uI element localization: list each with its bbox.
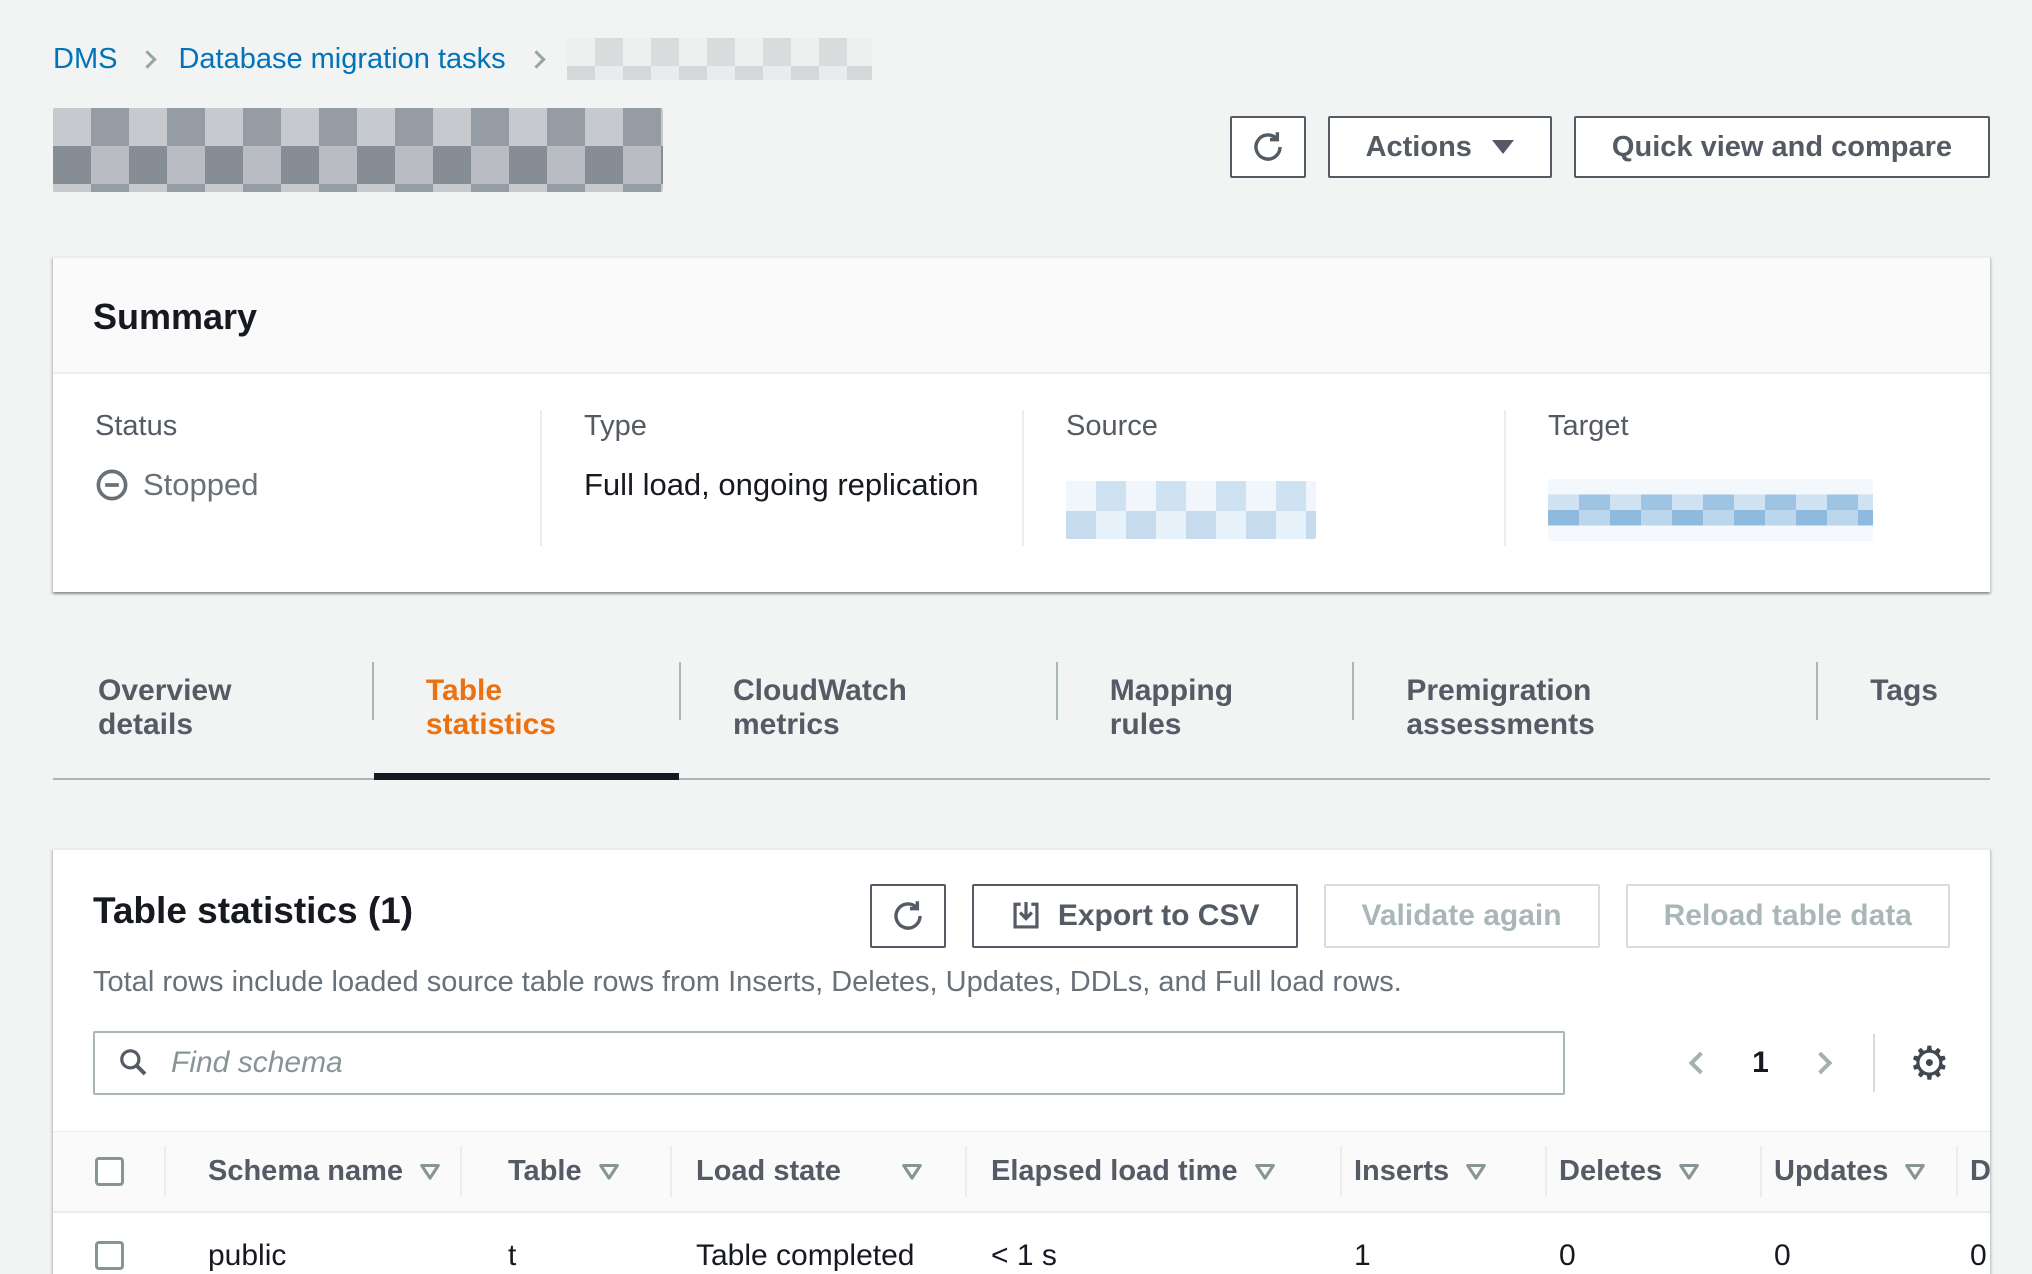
summary-field-type: Type Full load, ongoing replication	[540, 410, 1022, 546]
sort-icon	[419, 1163, 441, 1181]
export-to-csv-button[interactable]: Export to CSV	[972, 884, 1298, 948]
next-page-icon[interactable]	[1809, 1052, 1832, 1075]
row-cell-updates: 0	[1760, 1213, 1956, 1274]
column-header-elapsed-load-time[interactable]: Elapsed load time	[965, 1132, 1340, 1211]
page-header: Actions Quick view and compare	[53, 102, 1990, 192]
target-label: Target	[1548, 410, 1986, 443]
row-cell-deletes: 0	[1545, 1213, 1760, 1274]
page-number[interactable]: 1	[1752, 1046, 1769, 1080]
column-label: Inserts	[1354, 1155, 1449, 1188]
reload-table-data-label: Reload table data	[1664, 899, 1912, 933]
table-refresh-button[interactable]	[870, 884, 946, 948]
row-cell-table: t	[460, 1213, 670, 1274]
quick-view-compare-button[interactable]: Quick view and compare	[1574, 116, 1990, 178]
sort-icon	[1465, 1163, 1487, 1181]
sort-icon	[901, 1163, 923, 1181]
column-label: D	[1970, 1155, 1990, 1188]
row-checkbox[interactable]	[95, 1241, 124, 1270]
summary-card-header: Summary	[53, 258, 1990, 374]
validate-again-label: Validate again	[1362, 899, 1562, 933]
settings-gear-icon[interactable]: ⚙	[1909, 1040, 1950, 1086]
column-header-load-state[interactable]: Load state	[670, 1132, 965, 1211]
tab-overview-details[interactable]: Overview details	[53, 662, 372, 778]
breadcrumb: DMS Database migration tasks	[53, 0, 1990, 80]
sort-icon	[598, 1163, 620, 1181]
actions-button-label: Actions	[1366, 131, 1472, 164]
row-cell-checkbox	[53, 1213, 164, 1274]
summary-field-target: Target	[1504, 410, 1986, 546]
breadcrumb-link-migration-tasks[interactable]: Database migration tasks	[178, 43, 505, 76]
summary-field-status: Status Stopped	[53, 410, 540, 546]
status-value: Stopped	[95, 467, 540, 503]
column-label: Elapsed load time	[991, 1155, 1238, 1188]
source-label: Source	[1066, 410, 1504, 443]
table-statistics-table: Schema name Table Load state Elapsed loa…	[53, 1131, 1990, 1274]
divider	[1873, 1034, 1875, 1092]
table-row: public t Table completed < 1 s 1 0 0 0	[53, 1213, 1990, 1274]
row-cell-inserts: 1	[1340, 1213, 1545, 1274]
sort-icon	[1904, 1163, 1926, 1181]
breadcrumb-current-redacted	[567, 38, 872, 80]
page-title-redacted	[53, 108, 663, 192]
download-icon	[1010, 900, 1042, 932]
refresh-icon	[1251, 130, 1285, 164]
select-all-checkbox[interactable]	[95, 1157, 124, 1186]
type-label: Type	[584, 410, 1022, 443]
table-statistics-card: Table statistics (1) Export to CSV	[53, 848, 1990, 1274]
column-header-inserts[interactable]: Inserts	[1340, 1132, 1545, 1211]
table-statistics-description: Total rows include loaded source table r…	[53, 966, 1990, 999]
column-header-table[interactable]: Table	[460, 1132, 670, 1211]
chevron-right-icon	[527, 50, 545, 68]
find-schema-search	[93, 1031, 1565, 1095]
breadcrumb-link-dms[interactable]: DMS	[53, 43, 117, 76]
tab-mapping-rules[interactable]: Mapping rules	[1056, 662, 1353, 778]
quick-view-compare-label: Quick view and compare	[1612, 131, 1952, 164]
chevron-right-icon	[139, 50, 157, 68]
column-header-deletes[interactable]: Deletes	[1545, 1132, 1760, 1211]
table-statistics-title: Table statistics (1)	[93, 884, 413, 932]
summary-title: Summary	[93, 296, 1950, 338]
row-cell-truncated: 0	[1956, 1213, 1990, 1274]
refresh-button[interactable]	[1230, 116, 1306, 178]
tab-table-statistics[interactable]: Table statistics	[372, 662, 679, 778]
tab-cloudwatch-metrics[interactable]: CloudWatch metrics	[679, 662, 1056, 778]
row-cell-elapsed-load-time: < 1 s	[965, 1213, 1340, 1274]
status-label: Status	[95, 410, 540, 443]
column-label: Table	[508, 1155, 582, 1188]
find-schema-input[interactable]	[93, 1031, 1565, 1095]
sort-icon	[1254, 1163, 1276, 1181]
header-cell-checkbox	[53, 1132, 164, 1211]
type-value: Full load, ongoing replication	[584, 467, 1022, 503]
tab-premigration-assessments[interactable]: Premigration assessments	[1352, 662, 1816, 778]
task-detail-tabs: Overview details Table statistics CloudW…	[53, 662, 1990, 780]
status-text: Stopped	[143, 467, 259, 503]
column-label: Schema name	[208, 1155, 403, 1188]
column-header-schema-name[interactable]: Schema name	[164, 1132, 460, 1211]
summary-field-source: Source	[1022, 410, 1504, 546]
refresh-icon	[891, 899, 925, 933]
reload-table-data-button[interactable]: Reload table data	[1626, 884, 1950, 948]
column-header-updates[interactable]: Updates	[1760, 1132, 1956, 1211]
caret-down-icon	[1492, 140, 1514, 154]
column-header-truncated[interactable]: D	[1956, 1132, 1990, 1211]
source-value-redacted-link[interactable]	[1066, 481, 1316, 539]
sort-icon	[1678, 1163, 1700, 1181]
row-cell-load-state: Table completed	[670, 1213, 965, 1274]
column-label: Deletes	[1559, 1155, 1662, 1188]
tab-tags[interactable]: Tags	[1816, 662, 1990, 778]
column-label: Load state	[696, 1155, 841, 1188]
search-icon	[117, 1046, 149, 1078]
column-label: Updates	[1774, 1155, 1888, 1188]
previous-page-icon[interactable]	[1689, 1052, 1712, 1075]
row-cell-schema-name: public	[164, 1213, 460, 1274]
validate-again-button[interactable]: Validate again	[1324, 884, 1600, 948]
target-value-redacted-link[interactable]	[1548, 479, 1873, 541]
table-header-row: Schema name Table Load state Elapsed loa…	[53, 1131, 1990, 1213]
stopped-circle-minus-icon	[95, 468, 129, 502]
actions-button[interactable]: Actions	[1328, 116, 1552, 178]
summary-card: Summary Status Stopped Type Full load, o…	[53, 256, 1990, 592]
pagination: 1 ⚙	[1692, 1034, 1950, 1092]
export-to-csv-label: Export to CSV	[1058, 899, 1260, 933]
